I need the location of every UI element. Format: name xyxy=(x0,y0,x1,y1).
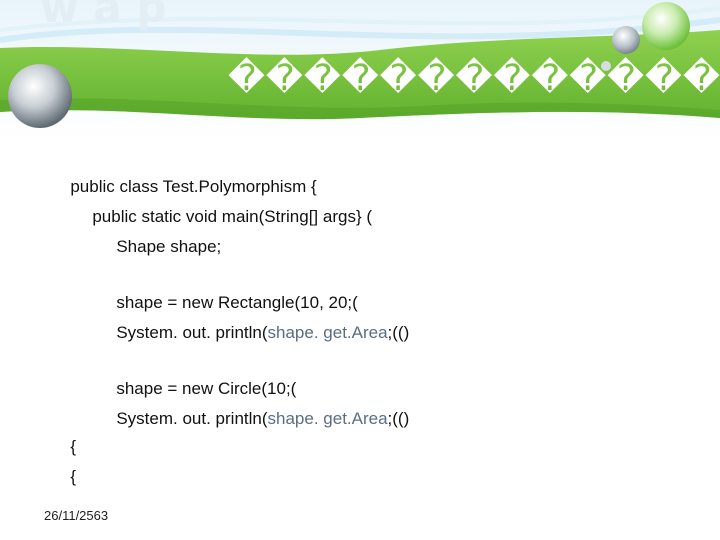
slide-title: �������������� xyxy=(228,58,720,99)
code-text: { xyxy=(70,467,77,486)
code-line: Shape shape; xyxy=(88,206,221,256)
code-line: System. out. println(shape. get.Area;(() xyxy=(88,292,409,342)
code-line: shape = new Rectangle(10, 20;( xyxy=(88,262,357,312)
header-banner: w a p �������������� xyxy=(0,0,720,140)
code-highlight: shape. get.Area xyxy=(267,409,388,428)
code-text: System. out. println( xyxy=(116,409,268,428)
code-text: ;(() xyxy=(387,409,410,428)
code-text: ;(() xyxy=(387,323,410,342)
slide: w a p �������������� public class Test.P… xyxy=(0,0,720,540)
code-highlight: shape. get.Area xyxy=(267,323,388,342)
code-line: public class Test.Polymorphism { xyxy=(42,146,316,196)
svg-text:w a p: w a p xyxy=(40,0,166,32)
code-text: System. out. println( xyxy=(116,323,268,342)
slide-date: 26/11/2563 xyxy=(44,508,109,523)
code-line: shape = new Circle(10;( xyxy=(88,348,296,398)
code-text: Shape shape; xyxy=(116,237,222,256)
code-line: System. out. println(shape. get.Area;(() xyxy=(88,378,409,428)
code-line: { xyxy=(42,436,76,486)
code-line: public static void main(String[] args} ( xyxy=(64,176,372,226)
code-line: { xyxy=(42,406,76,456)
